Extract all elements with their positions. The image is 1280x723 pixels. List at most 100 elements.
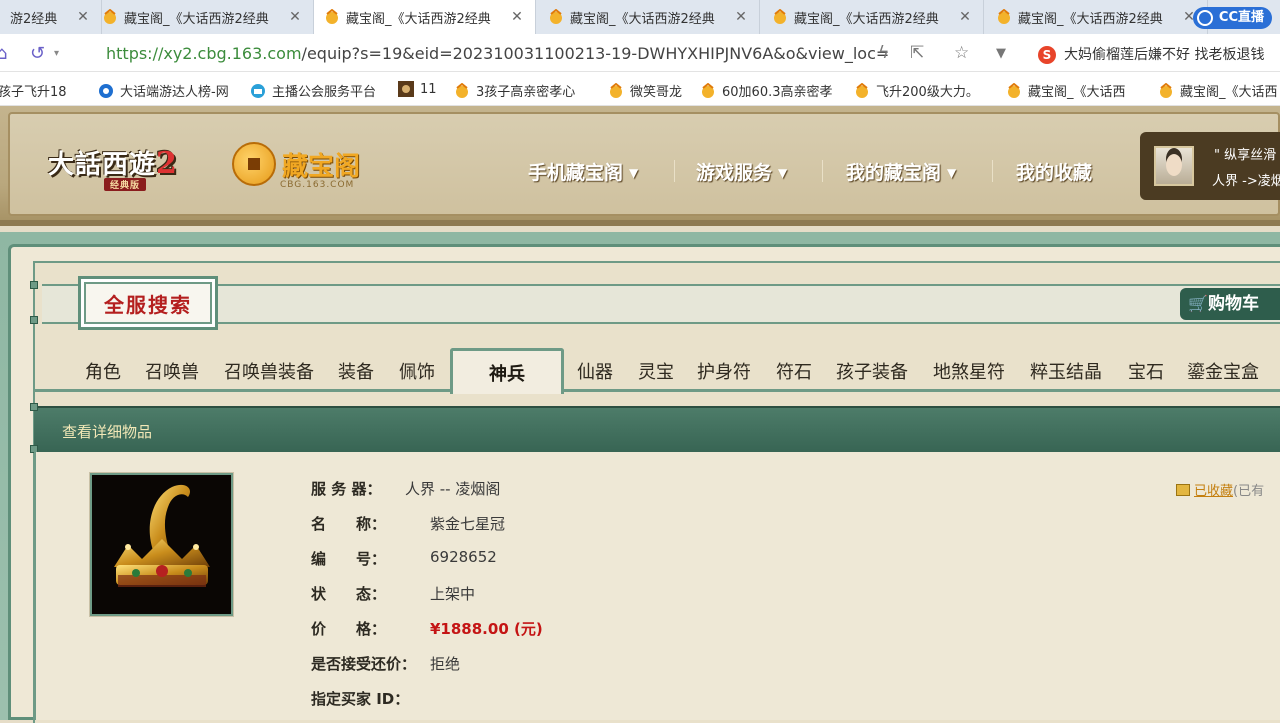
info-value: 6928652 (430, 548, 497, 566)
tab-jade-crystal[interactable]: 粹玉结晶 (1030, 358, 1102, 384)
detail-header: 查看详细物品 (34, 406, 1280, 452)
bookmark-favicon-icon (398, 81, 414, 97)
nav-divider (992, 160, 993, 182)
user-box[interactable]: " 纵享丝滑 人界 ->凌烟 (1140, 132, 1280, 200)
info-label: 编 号： (311, 550, 387, 568)
header-frame: 大話西遊2 经典版 藏宝阁 CBG.163.COM 手机藏宝阁 ▼ 游戏服务 ▼ 我… (8, 112, 1280, 216)
cc-logo-text: CC直播 (1218, 10, 1264, 25)
frame-corner (30, 403, 38, 411)
cbg-favicon-icon (104, 9, 116, 24)
info-label: 价 格： (311, 620, 387, 638)
tab-role[interactable]: 角色 (85, 358, 121, 384)
detail-heading: 查看详细物品 (62, 423, 153, 441)
nav-game-service[interactable]: 游戏服务 ▼ (696, 158, 787, 185)
bookmark-label: 微笑哥龙 (630, 85, 683, 100)
url-field[interactable]: https://xy2.cbg.163.com/equip?s=19&eid=2… (106, 44, 889, 63)
url-path: /equip?s=19&eid=202310031100213-19-DWHYX… (301, 44, 890, 63)
tab-equipment[interactable]: 装备 (338, 358, 374, 384)
tab-title: 藏宝阁_《大话西游2经典 (346, 11, 491, 27)
info-label: 状 态： (311, 585, 387, 603)
cbg-logo[interactable]: 藏宝阁 CBG.163.COM (232, 142, 360, 190)
nav-label: 手机藏宝阁 (528, 162, 624, 184)
bookmark-item[interactable]: 60加60.3高亲密孝 (700, 81, 833, 100)
browser-tab[interactable]: 藏宝阁_《大话西游2经典 ✕ (538, 0, 760, 34)
tab-immortal-item[interactable]: 仙器 (577, 358, 613, 384)
chevron-down-icon[interactable]: ▼ (996, 46, 1006, 61)
avatar[interactable] (1154, 146, 1194, 186)
bookmark-item[interactable]: 大话端游达人榜-网 (98, 81, 229, 100)
browser-tab[interactable]: 藏宝阁_《大话西游2经典 ✕ (762, 0, 984, 34)
tab-title: 藏宝阁_《大话西游2经典 (794, 11, 939, 27)
game-logo-text: 大話西遊 (48, 150, 157, 180)
cbg-favicon-icon (326, 9, 338, 24)
browser-tab-bar: 游2经典 ✕ 藏宝阁_《大话西游2经典 ✕ 藏宝阁_《大话西游2经典 ✕ 藏宝阁… (0, 0, 1280, 34)
undo-icon[interactable]: ↺ (30, 43, 45, 64)
user-server: 人界 ->凌烟 (1212, 174, 1280, 189)
tab-accessory[interactable]: 佩饰 (399, 358, 435, 384)
browser-tab[interactable]: 藏宝阁_《大话西游2经典 ✕ (92, 0, 314, 34)
nav-divider (822, 160, 823, 182)
tab-gem[interactable]: 宝石 (1128, 358, 1164, 384)
nav-my-cbg[interactable]: 我的藏宝阁 ▼ (846, 158, 956, 185)
bookmark-label: 主播公会服务平台 (272, 85, 377, 100)
bookmark-label: 飞升200级大力。 (876, 85, 979, 100)
cc-logo-icon (1196, 10, 1213, 26)
bookmark-item[interactable]: 微笑哥龙 (608, 81, 682, 100)
global-search-badge[interactable]: 全服搜索 (78, 276, 218, 330)
bookmark-item[interactable]: 藏宝阁_《大话西 (1006, 81, 1126, 100)
search-bar (42, 284, 1280, 324)
share-icon[interactable]: ⇱ (910, 43, 924, 63)
nav-my-favorites[interactable]: 我的收藏 (1016, 158, 1092, 185)
star-icon[interactable]: ☆ (954, 43, 969, 63)
bookmark-item[interactable]: 3孩子高亲密孝心 (454, 81, 575, 100)
cart-button[interactable]: 🛒 购物车 (1180, 288, 1280, 320)
tab-gilded-box[interactable]: 鎏金宝盒 (1187, 358, 1259, 384)
close-icon[interactable]: ✕ (957, 9, 973, 25)
tab-title: 藏宝阁_《大话西游2经典 (570, 11, 715, 27)
tab-earth-star[interactable]: 地煞星符 (933, 358, 1005, 384)
lightning-icon[interactable]: ϟ (878, 43, 889, 63)
close-icon[interactable]: ✕ (733, 9, 749, 25)
home-icon[interactable]: ⌂ (0, 43, 7, 64)
bookmarks-bar: 孩子飞升18 大话端游达人榜-网 主播公会服务平台 11 3孩子高亲密孝心 微笑… (0, 72, 1280, 106)
close-icon[interactable]: ✕ (287, 9, 303, 25)
bookmark-item[interactable]: 主播公会服务平台 (250, 81, 376, 100)
bookmark-item[interactable]: 孩子飞升18 (0, 81, 67, 100)
info-value: 人界 -- 凌烟阁 (405, 480, 501, 498)
bookmark-item[interactable]: 藏宝阁_《大话西 (1158, 81, 1278, 100)
nav-label: 游戏服务 (696, 162, 773, 184)
game-logo[interactable]: 大話西遊2 经典版 (48, 144, 178, 191)
frame-corner (30, 316, 38, 324)
bookmark-favicon-icon (702, 82, 714, 98)
game-logo-number: 2 (156, 146, 178, 181)
search-engine-icon: S (1038, 46, 1056, 64)
bookmark-item[interactable]: 11 (398, 81, 437, 97)
browser-tab[interactable]: 游2经典 ✕ (0, 0, 102, 34)
browser-tab-active[interactable]: 藏宝阁_《大话西游2经典 ✕ (314, 0, 536, 34)
favorite-link[interactable]: 已收藏 (1194, 484, 1233, 499)
close-icon[interactable]: ✕ (75, 9, 91, 25)
news-ticker[interactable]: S 大妈偷榴莲后嫌不好 找老板退钱 (1038, 44, 1264, 64)
price-value: ¥1888.00 (元) (430, 620, 543, 638)
bookmark-label: 11 (420, 81, 437, 97)
bookmark-label: 藏宝阁_《大话西 (1180, 85, 1278, 100)
bookmark-item[interactable]: 飞升200级大力。 (854, 81, 979, 100)
tab-rune-stone[interactable]: 符石 (776, 358, 812, 384)
close-icon[interactable]: ✕ (509, 9, 525, 25)
browser-tab[interactable]: 藏宝阁_《大话西游2经典 ✕ (986, 0, 1208, 34)
tab-pet-equipment[interactable]: 召唤兽装备 (224, 358, 314, 384)
user-name: " 纵享丝滑 (1214, 148, 1277, 163)
tab-divine-weapon[interactable]: 神兵 (450, 348, 564, 394)
tab-spirit-treasure[interactable]: 灵宝 (638, 358, 674, 384)
tab-pet[interactable]: 召唤兽 (145, 358, 199, 384)
favorite-status[interactable]: 已收藏(已有 (1176, 480, 1264, 499)
url-host: https://xy2.cbg.163.com (106, 44, 302, 63)
tab-child-equipment[interactable]: 孩子装备 (836, 358, 908, 384)
game-logo-sub: 经典版 (104, 178, 147, 191)
undo-dropdown-icon[interactable]: ▾ (54, 48, 59, 59)
item-image (90, 473, 233, 616)
tab-amulet[interactable]: 护身符 (697, 358, 751, 384)
cart-icon: 🛒 (1188, 294, 1208, 313)
favorite-count: (已有 (1233, 484, 1265, 499)
nav-mobile-cbg[interactable]: 手机藏宝阁 ▼ (528, 158, 638, 185)
